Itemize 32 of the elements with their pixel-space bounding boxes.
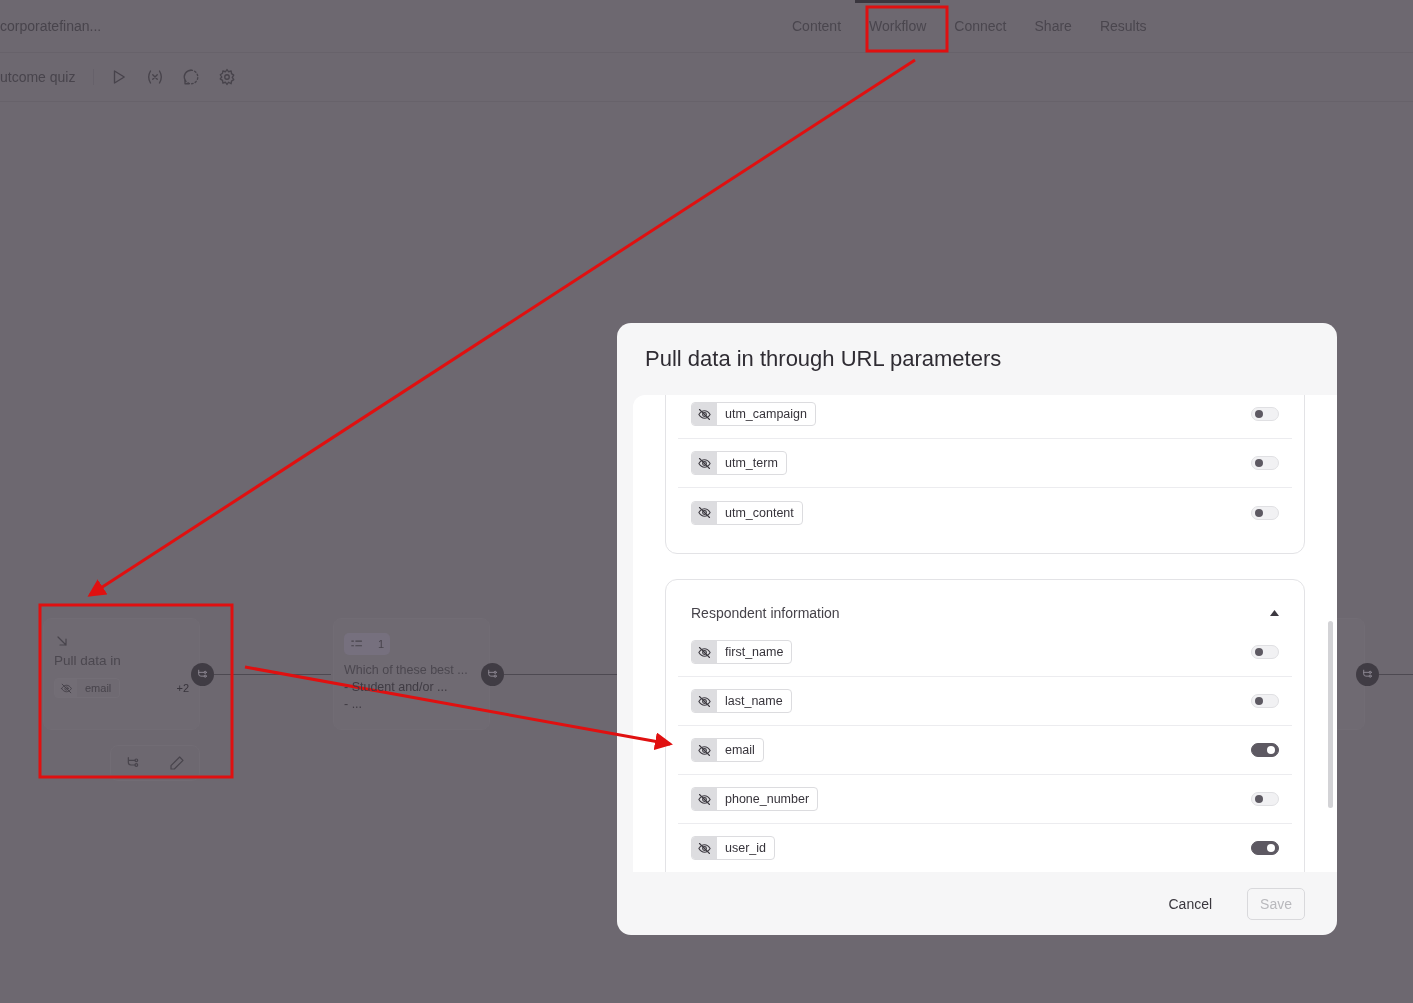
dialog-title: Pull data in through URL parameters xyxy=(644,345,1003,373)
connector-handle[interactable] xyxy=(1356,663,1379,686)
answer-line: - ... xyxy=(344,696,363,713)
parameter-chip: phone_number xyxy=(691,787,819,811)
parameter-chip: user_id xyxy=(691,836,775,860)
group-heading: Respondent information xyxy=(691,605,840,621)
hidden-icon xyxy=(697,644,712,660)
hidden-icon xyxy=(697,455,712,471)
branch-icon xyxy=(486,668,499,681)
connector-handle[interactable] xyxy=(481,663,504,686)
scrollbar[interactable] xyxy=(1328,621,1333,808)
caret-icon[interactable] xyxy=(1270,610,1279,616)
toggle-switch[interactable] xyxy=(1251,841,1279,855)
hidden-icon xyxy=(697,791,712,807)
hidden-icon xyxy=(697,505,712,520)
branch-icon xyxy=(196,668,209,681)
parameter-chip: utm_campaign xyxy=(691,402,816,426)
hidden-icon xyxy=(697,742,712,758)
parameter-chip: utm_term xyxy=(691,451,787,475)
toggle-switch[interactable] xyxy=(1251,743,1279,757)
parameter-chip: utm_content xyxy=(691,500,803,525)
connector-handle[interactable] xyxy=(191,663,214,686)
hidden-icon xyxy=(697,840,712,856)
hidden-icon xyxy=(697,693,712,709)
pencil-icon xyxy=(169,755,185,771)
parameter-chip: first_name xyxy=(691,640,793,664)
cancel-button[interactable]: Cancel xyxy=(1156,887,1225,920)
parameter-chip: email xyxy=(691,738,764,762)
hidden-icon xyxy=(59,681,73,695)
parameter-chip: last_name xyxy=(691,689,792,713)
branch-icon xyxy=(1361,668,1374,681)
hidden-icon xyxy=(697,406,712,422)
